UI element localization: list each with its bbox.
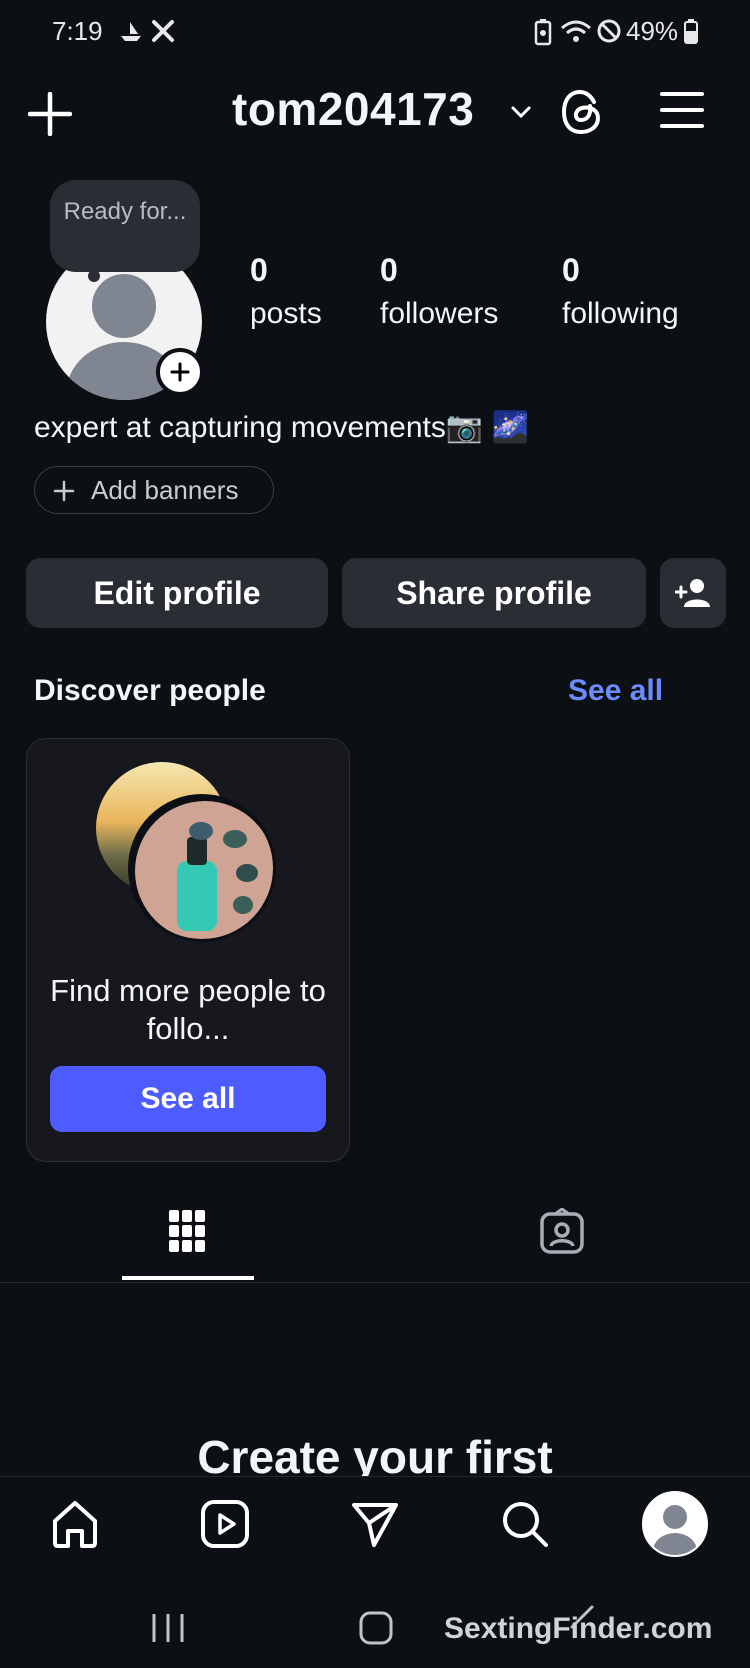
reels-icon[interactable] <box>200 1499 250 1549</box>
watermark: SextingFinder.com <box>444 1612 713 1645</box>
do-not-disturb-icon <box>597 19 621 43</box>
add-banners-label: Add banners <box>91 475 239 505</box>
tab-divider <box>0 1282 750 1283</box>
recent-apps-icon[interactable] <box>150 1611 186 1645</box>
plus-icon[interactable] <box>28 92 72 136</box>
profile-tab-avatar[interactable] <box>642 1491 708 1557</box>
add-banners-button[interactable]: Add banners <box>34 466 274 514</box>
stat-value: 0 <box>380 252 398 288</box>
home-icon[interactable] <box>50 1499 100 1549</box>
discover-people-title: Discover people <box>34 674 266 707</box>
discover-people-button[interactable] <box>660 558 726 628</box>
add-story-button[interactable] <box>156 348 204 396</box>
menu-icon[interactable] <box>660 90 704 130</box>
tools-icon <box>152 20 174 42</box>
battery-saver-icon <box>534 19 552 46</box>
note-bubble[interactable]: Ready for... <box>50 180 200 272</box>
note-text: Ready for... <box>63 198 187 225</box>
stat-label: followers <box>380 297 499 330</box>
card-see-all-button[interactable]: See all <box>50 1066 326 1132</box>
edit-profile-button[interactable]: Edit profile <box>26 558 328 628</box>
username[interactable]: tom204173 <box>232 82 474 136</box>
default-avatar-icon <box>653 1505 697 1555</box>
search-icon[interactable] <box>500 1499 550 1549</box>
grid-icon[interactable] <box>168 1208 206 1254</box>
note-bubble-dot <box>88 270 100 282</box>
stat-label: following <box>562 297 679 330</box>
plus-small-icon <box>170 362 190 382</box>
battery-icon <box>684 19 698 44</box>
threads-icon[interactable] <box>560 88 604 136</box>
plus-icon <box>53 480 75 502</box>
stat-posts[interactable]: 0 posts <box>250 252 322 331</box>
bio-text: expert at capturing movements📷 🌌 <box>34 411 529 444</box>
discover-card-text: Find more people to follo... <box>50 973 326 1046</box>
wifi-icon <box>561 20 591 42</box>
status-time: 7:19 <box>52 16 103 46</box>
stat-value: 0 <box>250 252 268 288</box>
add-person-icon <box>674 579 710 607</box>
status-bar: 7:19 49% <box>0 0 750 70</box>
home-button-icon[interactable] <box>358 1610 394 1646</box>
stat-followers[interactable]: 0 followers <box>380 252 498 331</box>
share-profile-button[interactable]: Share profile <box>342 558 646 628</box>
suggested-person-photo-front <box>128 794 276 942</box>
tagged-icon[interactable] <box>538 1208 586 1256</box>
boat-icon <box>121 22 141 41</box>
battery-percent: 49% <box>626 16 679 46</box>
nail-polish-photo <box>135 801 273 939</box>
see-all-link[interactable]: See all <box>568 674 663 708</box>
send-icon[interactable] <box>350 1499 400 1549</box>
active-tab-indicator <box>122 1276 254 1280</box>
stat-value: 0 <box>562 252 580 288</box>
chevron-down-icon[interactable] <box>510 104 532 120</box>
stat-following[interactable]: 0 following <box>562 252 679 331</box>
stat-label: posts <box>250 297 322 330</box>
